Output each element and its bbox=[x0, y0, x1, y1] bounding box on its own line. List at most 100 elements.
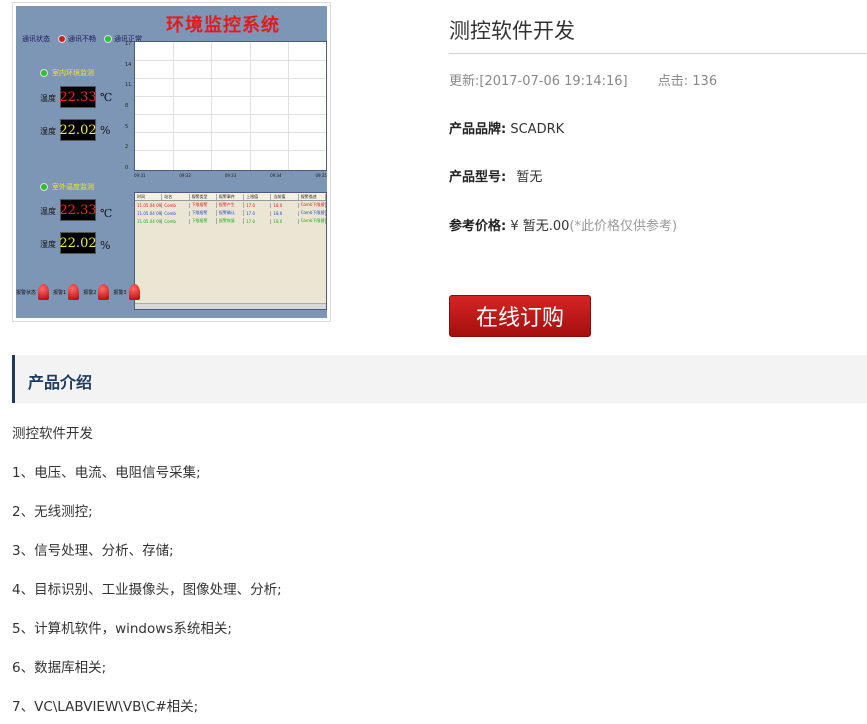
brand-field: 产品品牌: SCADRK bbox=[449, 118, 564, 137]
table-cell: 报警产生 bbox=[217, 202, 245, 208]
legend-item: 通讯状态 bbox=[22, 34, 50, 44]
table-row: 11.05.04 09:31:54 Comb 下限报警 报警恢复 17.0 18… bbox=[135, 217, 326, 225]
table-header-cell: 报警描述 bbox=[299, 193, 326, 200]
table-cell: 17.0 bbox=[244, 210, 272, 216]
outdoor-humidity-readout: 22.02 bbox=[59, 232, 97, 254]
humidity-unit: % bbox=[100, 124, 111, 137]
table-cell: 下限报警 bbox=[190, 210, 217, 216]
table-cell: 17.0 bbox=[244, 218, 272, 224]
product-title: 测控软件开发 bbox=[449, 19, 575, 43]
table-cell: Comb下限报警 bbox=[300, 202, 326, 208]
model-field: 产品型号: 暂无 bbox=[449, 166, 542, 185]
intro-line: 7、VC\LABVIEW\VB\C#相关; bbox=[12, 699, 199, 715]
alarm-item: 报警3 bbox=[113, 284, 140, 300]
humidity-label: 湿度 bbox=[40, 127, 56, 136]
intro-line: 5、计算机软件，windows系统相关; bbox=[12, 621, 232, 637]
title-divider bbox=[449, 53, 867, 54]
alarm-item: 报警1 bbox=[53, 284, 80, 300]
trend-x-ticks: 09:31 09:32 09:33 09:34 09:35 bbox=[134, 173, 327, 178]
table-cell: 18.0 bbox=[271, 218, 299, 224]
table-cell: Comb下限报警 bbox=[300, 210, 326, 216]
intro-content: 测控软件开发 1、电压、电流、电阻信号采集; 2、无线测控; 3、信号处理、分析… bbox=[12, 420, 282, 724]
product-image[interactable]: 环境监控系统 通讯状态 通讯不畅 通讯正常 室内环境监测 温度 22.33 ℃ … bbox=[12, 2, 331, 322]
table-header-cell: 站名 bbox=[162, 193, 190, 200]
legend-label: 通讯状态 bbox=[22, 35, 50, 43]
brand-label: 产品品牌: bbox=[449, 122, 507, 137]
indoor-temp-readout: 22.33 bbox=[59, 86, 97, 108]
panel-label-text: 室内环境监测 bbox=[52, 69, 94, 77]
panel-label-text: 室外温度监测 bbox=[52, 183, 94, 191]
updated-label: 更新: bbox=[449, 74, 480, 89]
table-cell: Comb bbox=[162, 218, 190, 224]
intro-line: 2、无线测控; bbox=[12, 504, 93, 520]
scada-screenshot: 环境监控系统 通讯状态 通讯不畅 通讯正常 室内环境监测 温度 22.33 ℃ … bbox=[16, 6, 327, 318]
alarm-light-icon bbox=[68, 284, 80, 300]
alarm-indicators: 报警状态 报警1 报警2 报警3 bbox=[16, 284, 140, 300]
table-cell: 18.0 bbox=[271, 210, 299, 216]
led-green-icon bbox=[40, 69, 48, 77]
alarm-table: 时间 站名 报警类型 报警事件 上限值 当前值 报警描述 11.05.04 09… bbox=[134, 192, 327, 310]
table-header-cell: 当前值 bbox=[271, 193, 299, 200]
outdoor-panel-label: 室外温度监测 bbox=[40, 182, 94, 192]
views-value: 136 bbox=[692, 74, 718, 89]
humidity-unit: % bbox=[100, 239, 111, 252]
table-cell: 18.0 bbox=[271, 202, 299, 208]
intro-line: 4、目标识别、工业摄像头，图像处理、分析; bbox=[12, 582, 282, 598]
table-row: 11.05.04 09:31:54 Comb 下限报警 报警确认 17.0 18… bbox=[135, 209, 326, 217]
price-note: (*此价格仅供参考) bbox=[569, 219, 678, 234]
table-cell: Comb bbox=[162, 210, 190, 216]
trend-y-ticks: 17 14 11 8 5 2 0 bbox=[125, 41, 132, 171]
legend-item: 通讯不畅 bbox=[58, 34, 96, 44]
led-red-icon bbox=[58, 35, 66, 43]
table-cell: 下限报警 bbox=[190, 218, 217, 224]
temp-label: 温度 bbox=[40, 207, 56, 216]
alarm-light-icon bbox=[98, 284, 110, 300]
table-header-cell: 上限值 bbox=[244, 193, 272, 200]
alarm-label: 报警1 bbox=[53, 289, 67, 296]
intro-line: 3、信号处理、分析、存储; bbox=[12, 543, 174, 559]
intro-line: 1、电压、电流、电阻信号采集; bbox=[12, 465, 201, 481]
product-meta: 更新:[2017-07-06 19:14:16] 点击: 136 bbox=[449, 70, 717, 89]
alarm-light-icon bbox=[38, 284, 50, 300]
temp-unit: ℃ bbox=[100, 207, 113, 220]
indoor-humidity-readout: 22.02 bbox=[59, 119, 97, 141]
table-header-cell: 报警事件 bbox=[217, 193, 245, 200]
led-green-icon bbox=[40, 183, 48, 191]
table-cell: 17.0 bbox=[244, 202, 272, 208]
alarm-label: 报警状态 bbox=[16, 289, 37, 296]
scada-title: 环境监控系统 bbox=[166, 15, 280, 36]
buy-online-button[interactable]: 在线订购 bbox=[449, 295, 591, 337]
led-green-icon bbox=[104, 35, 112, 43]
alarm-label: 报警2 bbox=[83, 289, 97, 296]
status-legend: 通讯状态 通讯不畅 通讯正常 bbox=[22, 34, 142, 44]
table-scrollbar bbox=[135, 303, 326, 309]
model-value: 暂无 bbox=[516, 170, 543, 185]
views-label: 点击: bbox=[657, 74, 689, 89]
alarm-table-header: 时间 站名 报警类型 报警事件 上限值 当前值 报警描述 bbox=[135, 193, 326, 201]
table-cell: 下限报警 bbox=[190, 202, 217, 208]
alarm-light-icon bbox=[128, 284, 140, 300]
temp-label: 温度 bbox=[40, 94, 56, 103]
alarm-item: 报警2 bbox=[83, 284, 110, 300]
table-header-cell: 报警类型 bbox=[190, 193, 217, 200]
alarm-item: 报警状态 bbox=[16, 284, 50, 300]
intro-line: 6、数据库相关; bbox=[12, 660, 107, 676]
trend-chart bbox=[134, 41, 327, 171]
indoor-panel-label: 室内环境监测 bbox=[40, 68, 94, 78]
outdoor-temp-readout: 22.33 bbox=[59, 199, 97, 221]
humidity-label: 湿度 bbox=[40, 240, 56, 249]
updated-value: [2017-07-06 19:14:16] bbox=[479, 74, 628, 89]
temp-unit: ℃ bbox=[100, 91, 113, 104]
legend-label: 通讯不畅 bbox=[68, 35, 96, 43]
intro-line: 测控软件开发 bbox=[12, 426, 93, 442]
brand-value: SCADRK bbox=[510, 122, 565, 137]
intro-section-header: 产品介绍 bbox=[12, 355, 867, 403]
table-cell: 11.05.04 09:31:54 bbox=[137, 218, 163, 224]
table-row: 11.05.04 09:31:54 Comb 下限报警 报警产生 17.0 18… bbox=[135, 201, 326, 209]
table-cell: 报警恢复 bbox=[217, 218, 245, 224]
table-cell: 11.05.04 09:31:54 bbox=[137, 210, 163, 216]
intro-heading: 产品介绍 bbox=[28, 373, 93, 392]
model-label: 产品型号: bbox=[449, 170, 507, 185]
table-cell: 11.05.04 09:31:54 bbox=[137, 202, 163, 208]
table-header-cell: 时间 bbox=[135, 193, 163, 200]
